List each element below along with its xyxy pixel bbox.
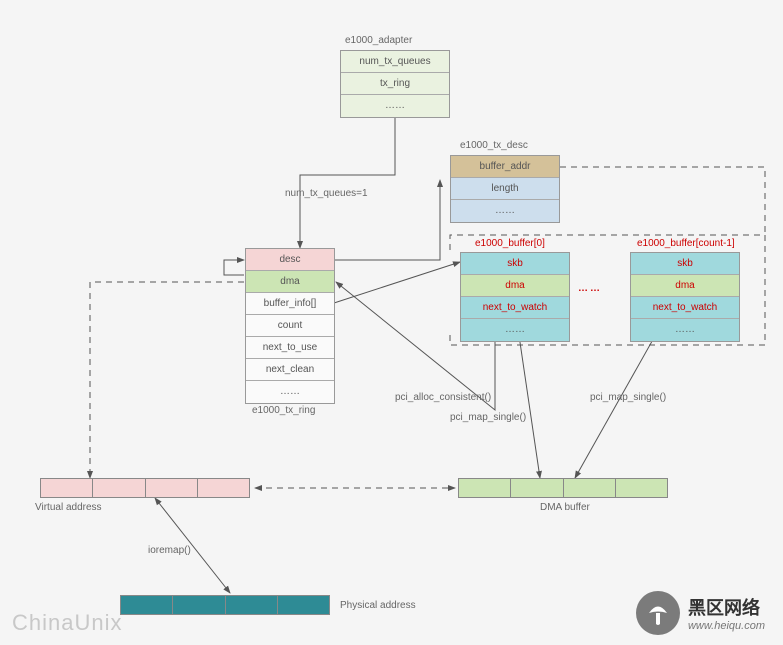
field-dma: dma (246, 271, 334, 293)
buf-ellipsis: …… (578, 283, 602, 294)
field-buffer-info: buffer_info[] (246, 293, 334, 315)
watermark: ChinaUnix (12, 610, 123, 636)
label-ntq: num_tx_queues=1 (285, 188, 368, 199)
label-ioremap: ioremap() (148, 545, 191, 556)
field-count: count (246, 315, 334, 337)
label-tx-ring: e1000_tx_ring (252, 405, 315, 416)
struct-adapter: num_tx_queues tx_ring …… (340, 50, 450, 118)
field-next-to-use: next_to_use (246, 337, 334, 359)
site-logo: 黑区网络 www.heiqu.com (636, 591, 765, 635)
field-ellipsis: …… (631, 319, 739, 341)
field-buffer-addr: buffer_addr (451, 156, 559, 178)
field-dma: dma (461, 275, 569, 297)
struct-bufN: skb dma next_to_watch …… (630, 252, 740, 342)
field-next-clean: next_clean (246, 359, 334, 381)
field-dma: dma (631, 275, 739, 297)
field-ellipsis: …… (451, 200, 559, 222)
site-url: www.heiqu.com (688, 620, 765, 632)
field-next-to-watch: next_to_watch (461, 297, 569, 319)
mushroom-icon (636, 591, 680, 635)
field-length: length (451, 178, 559, 200)
struct-buf0: skb dma next_to_watch …… (460, 252, 570, 342)
label-dma: DMA buffer (540, 502, 590, 513)
strip-virtual (40, 478, 250, 498)
field-ellipsis: …… (341, 95, 449, 117)
label-adapter: e1000_adapter (345, 35, 412, 46)
field-num-tx-queues: num_tx_queues (341, 51, 449, 73)
label-map2: pci_map_single() (590, 392, 666, 403)
struct-tx-desc: buffer_addr length …… (450, 155, 560, 223)
label-map1: pci_map_single() (450, 412, 526, 423)
field-ellipsis: …… (246, 381, 334, 403)
label-bufN: e1000_buffer[count-1] (637, 238, 735, 249)
label-tx-desc: e1000_tx_desc (460, 140, 528, 151)
strip-dma (458, 478, 668, 498)
site-name: 黑区网络 (688, 594, 765, 620)
diagram-canvas: e1000_adapter num_tx_queues tx_ring …… n… (0, 0, 783, 645)
field-skb: skb (631, 253, 739, 275)
field-desc: desc (246, 249, 334, 271)
strip-physical (120, 595, 330, 615)
field-skb: skb (461, 253, 569, 275)
label-physical: Physical address (340, 600, 416, 611)
field-next-to-watch: next_to_watch (631, 297, 739, 319)
label-alloc: pci_alloc_consistent() (395, 392, 491, 403)
struct-tx-ring: desc dma buffer_info[] count next_to_use… (245, 248, 335, 404)
label-virtual: Virtual address (35, 502, 102, 513)
field-tx-ring: tx_ring (341, 73, 449, 95)
field-ellipsis: …… (461, 319, 569, 341)
label-buf0: e1000_buffer[0] (475, 238, 545, 249)
